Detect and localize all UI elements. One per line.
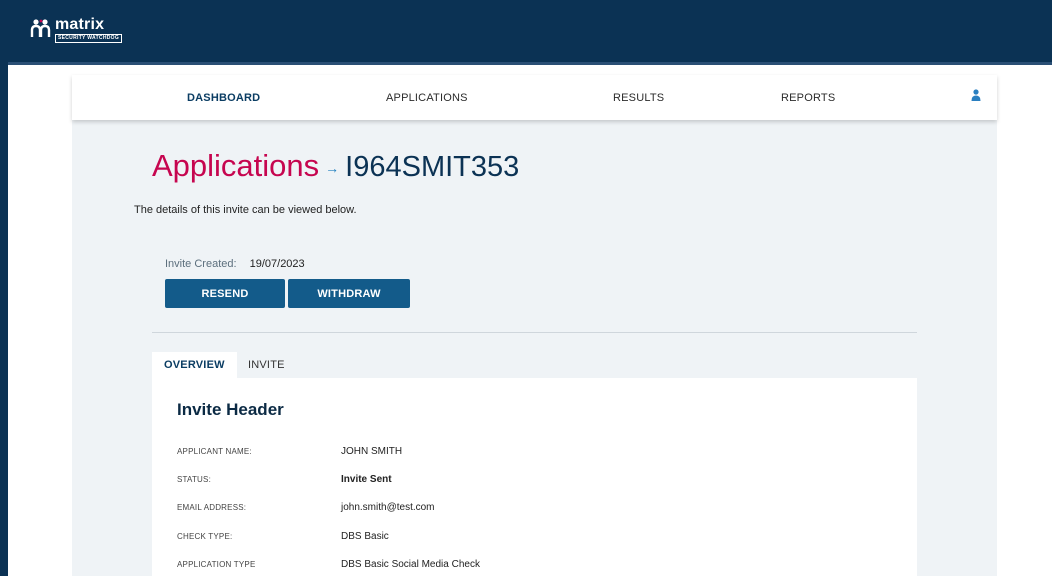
- detail-label: STATUS:: [177, 475, 211, 484]
- nav-applications[interactable]: APPLICATIONS: [386, 92, 468, 104]
- page-intro: The details of this invite can be viewed…: [134, 204, 357, 216]
- detail-value: DBS Basic Social Media Check: [341, 559, 480, 570]
- detail-label: APPLICANT NAME:: [177, 447, 252, 456]
- panel-title: Invite Header: [177, 400, 284, 419]
- page-title: Applications → I964SMIT353: [152, 148, 519, 184]
- tab-invite[interactable]: INVITE: [236, 352, 297, 378]
- user-icon[interactable]: [971, 89, 981, 101]
- main-nav: DASHBOARD APPLICATIONS RESULTS REPORTS: [72, 75, 997, 120]
- top-bar: matrix SECURITY WATCHDOG: [0, 0, 1052, 62]
- detail-value: JOHN SMITH: [341, 446, 403, 457]
- page-title-reference: I964SMIT353: [345, 151, 520, 183]
- main-content: Applications → I964SMIT353 The details of …: [72, 120, 997, 576]
- status-value: Invite Sent: [341, 474, 392, 485]
- brand-logo[interactable]: matrix SECURITY WATCHDOG: [30, 16, 123, 45]
- withdraw-button[interactable]: WITHDRAW: [288, 279, 410, 308]
- people-icon: [30, 19, 51, 37]
- detail-value: john.smith@test.com: [341, 502, 435, 513]
- resend-button[interactable]: RESEND: [165, 279, 285, 308]
- nav-reports[interactable]: REPORTS: [781, 92, 835, 104]
- brand-tagline: SECURITY WATCHDOG: [55, 34, 123, 43]
- frame-left-edge: [0, 62, 8, 576]
- brand-name: matrix: [55, 16, 105, 33]
- frame-band: [8, 62, 1052, 65]
- section-divider: [152, 332, 917, 333]
- page-title-section: Applications: [152, 148, 320, 183]
- detail-label: APPLICATION TYPE: [177, 560, 256, 569]
- nav-dashboard[interactable]: DASHBOARD: [187, 92, 260, 104]
- detail-label: CHECK TYPE:: [177, 532, 233, 541]
- tab-overview[interactable]: OVERVIEW: [152, 352, 237, 380]
- invite-created-label: Invite Created:: [165, 258, 237, 270]
- detail-label: EMAIL ADDRESS:: [177, 503, 247, 512]
- invite-header-panel: Invite Header APPLICANT NAME: JOHN SMITH…: [152, 378, 917, 576]
- invite-created-value: 19/07/2023: [249, 258, 305, 270]
- nav-results[interactable]: RESULTS: [613, 92, 664, 104]
- invite-created: Invite Created: 19/07/2023: [165, 258, 305, 270]
- breadcrumb-arrow-icon: →: [325, 159, 340, 176]
- detail-value: DBS Basic: [341, 531, 389, 542]
